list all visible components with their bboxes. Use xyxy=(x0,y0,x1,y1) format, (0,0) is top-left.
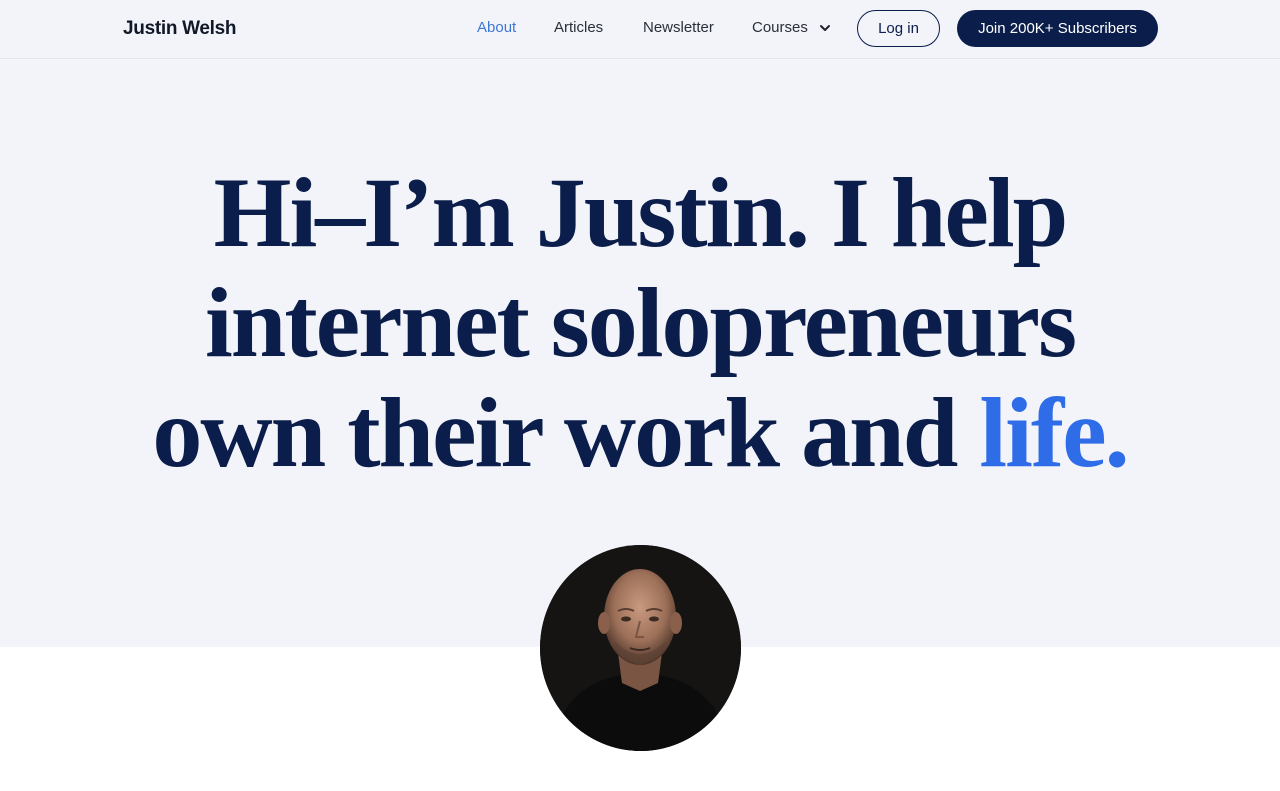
headline-line-1: Hi–I’m Justin. I help xyxy=(213,157,1069,268)
join-subscribers-button[interactable]: Join 200K+ Subscribers xyxy=(957,10,1158,47)
site-logo[interactable]: Justin Welsh xyxy=(123,18,237,40)
hero-headline: Hi–I’m Justin. I help internet soloprene… xyxy=(0,158,1280,488)
headline-line-2: internet solopreneurs xyxy=(205,267,1077,378)
avatar xyxy=(540,545,741,751)
chevron-down-icon xyxy=(819,24,830,31)
site-header: Justin Welsh About Articles Newsletter C… xyxy=(0,0,1280,59)
nav-courses-dropdown[interactable]: Courses xyxy=(752,19,832,36)
nav-about[interactable]: About xyxy=(477,19,516,36)
nav-courses-label: Courses xyxy=(752,19,808,36)
avatar-portrait xyxy=(540,545,741,751)
nav-articles[interactable]: Articles xyxy=(554,19,603,36)
headline-accent-word: life. xyxy=(979,377,1129,488)
nav-newsletter[interactable]: Newsletter xyxy=(643,19,714,36)
headline-line-3: own their work and life. xyxy=(0,378,1280,488)
login-button[interactable]: Log in xyxy=(857,10,940,47)
headline-line-3-text: own their work and xyxy=(152,377,980,488)
